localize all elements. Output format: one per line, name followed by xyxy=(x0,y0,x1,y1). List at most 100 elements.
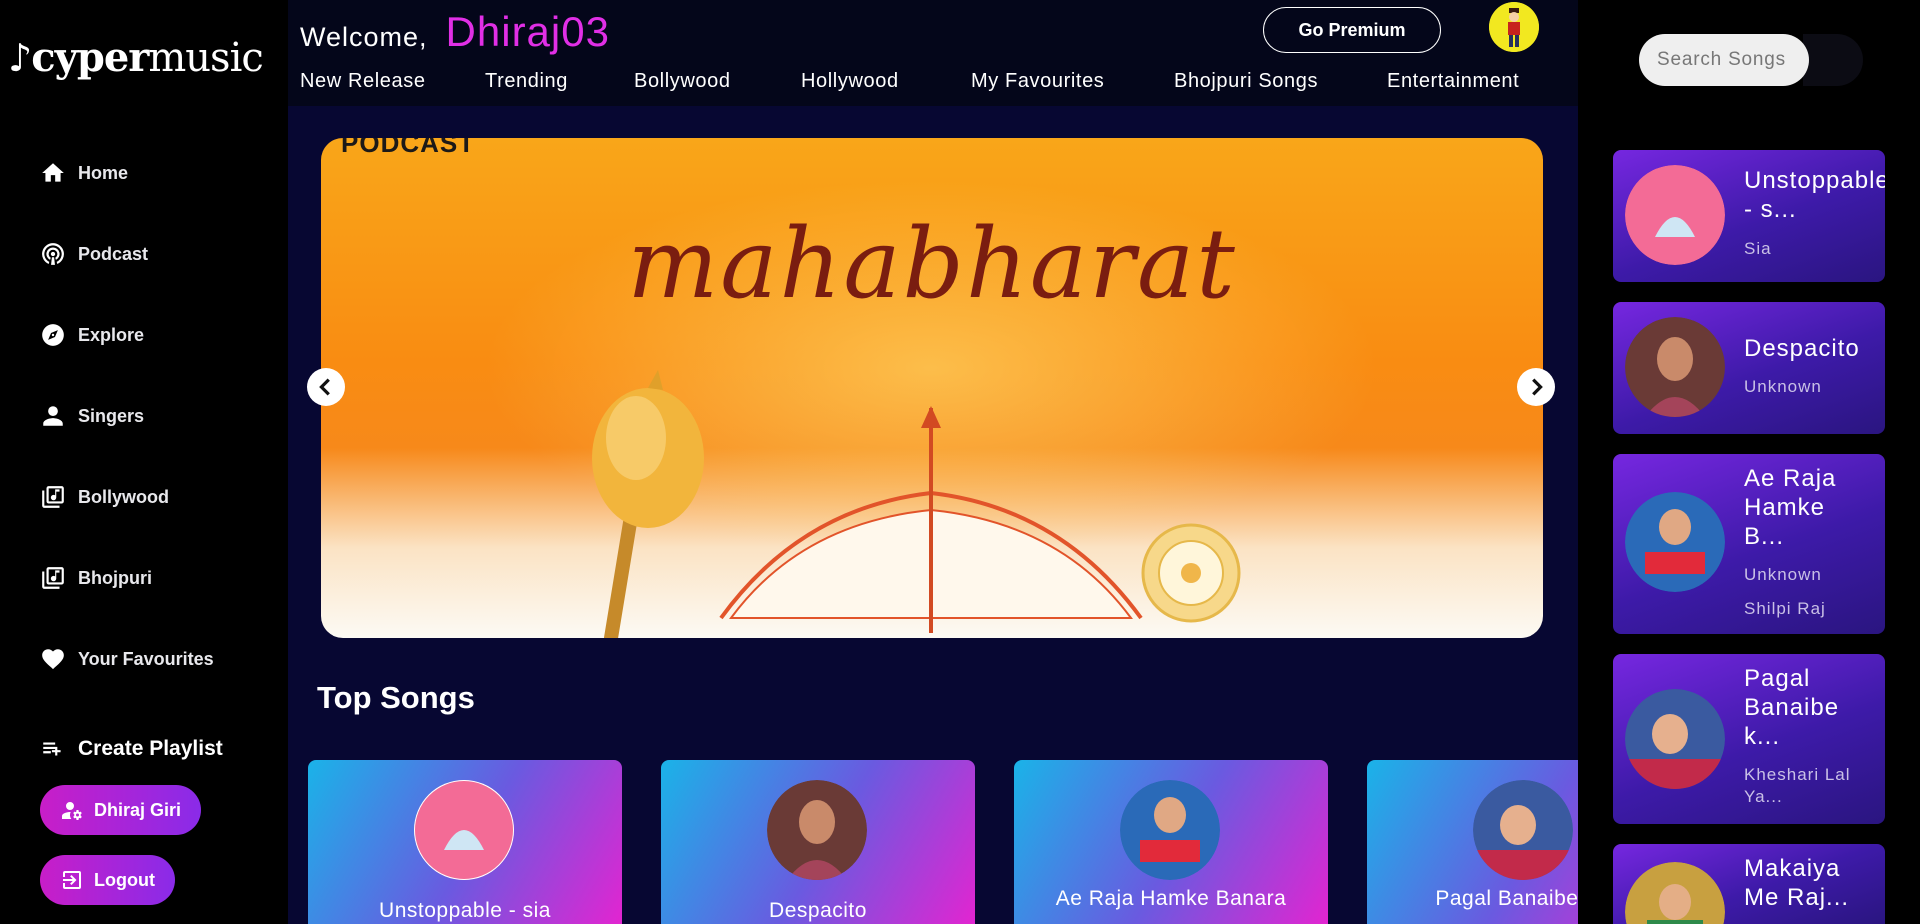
logo-text-bold: cyper xyxy=(31,34,149,81)
song-artist: Unknown xyxy=(1744,565,1822,584)
recent-song-card[interactable]: Ae Raja Hamke B... Unknown Shilpi Raj xyxy=(1613,454,1885,634)
song-cover xyxy=(1625,862,1725,924)
avatar-figure-icon xyxy=(1489,2,1539,52)
sidebar-item-label: Bollywood xyxy=(78,486,169,507)
banner-tag: PODCAST xyxy=(341,138,476,158)
sidebar-item-label: Home xyxy=(78,162,129,183)
profile-button-label: Dhiraj Giri xyxy=(94,799,182,820)
sidebar-item-label: Explore xyxy=(78,324,145,345)
top-songs-heading: Top Songs xyxy=(317,680,475,715)
song-name: Unstoppable - sia xyxy=(379,899,551,922)
song-cover xyxy=(414,780,514,880)
logout-button-label: Logout xyxy=(94,869,155,890)
song-title: Makaiya Me Raj... xyxy=(1744,854,1849,912)
sidebar-item-singers[interactable]: Singers xyxy=(40,403,144,429)
logout-button[interactable]: Logout xyxy=(40,855,175,905)
compass-icon xyxy=(42,324,64,346)
mace-icon xyxy=(592,370,704,638)
song-name: Pagal Banaibe Re xyxy=(1435,887,1578,910)
nav-my-favourites[interactable]: My Favourites xyxy=(971,70,1174,93)
person-icon xyxy=(43,406,63,426)
song-cover xyxy=(1120,780,1220,880)
song-title-line: k... xyxy=(1744,723,1781,750)
profile-button[interactable]: Dhiraj Giri xyxy=(40,785,202,835)
nav-hollywood[interactable]: Hollywood xyxy=(801,70,971,93)
sidebar-item-bollywood[interactable]: Bollywood xyxy=(40,484,169,510)
chakra-icon xyxy=(1141,523,1241,623)
nav-entertainment[interactable]: Entertainment xyxy=(1387,70,1519,93)
username: Dhiraj03 xyxy=(445,8,610,55)
sidebar-item-home[interactable]: Home xyxy=(40,160,128,186)
avatar[interactable] xyxy=(1489,2,1539,52)
home-icon xyxy=(42,163,64,182)
create-playlist-label: Create Playlist xyxy=(78,737,223,760)
song-card[interactable]: Unstoppable - sia xyxy=(308,760,622,924)
logo-text-light: music xyxy=(148,34,263,81)
song-artist: Kheshari Lal xyxy=(1744,765,1851,784)
welcome-message: Welcome, Dhiraj03 xyxy=(300,8,610,56)
chevron-right-icon xyxy=(1532,378,1543,396)
heart-icon xyxy=(42,649,64,670)
user-settings-icon xyxy=(62,802,82,820)
podcast-banner[interactable]: PODCAST mahabharat xyxy=(321,138,1543,638)
recent-song-card[interactable]: Pagal Banaibe k... Kheshari Lal Ya... xyxy=(1613,654,1885,824)
chevron-left-icon xyxy=(319,378,330,396)
welcome-label: Welcome, xyxy=(300,22,428,52)
song-card[interactable]: Despacito xyxy=(661,760,975,924)
song-title-line: - s... xyxy=(1744,196,1797,223)
search-bar-extension xyxy=(1803,34,1863,86)
nav-bhojpuri-songs[interactable]: Bhojpuri Songs xyxy=(1174,70,1387,93)
song-title-line: Hamke xyxy=(1744,494,1826,521)
carousel-next-button[interactable] xyxy=(1517,368,1555,406)
music-library-icon xyxy=(42,567,64,589)
recent-song-card[interactable]: Unstoppable - s... Sia xyxy=(1613,150,1885,282)
song-title: Despacito xyxy=(1744,334,1860,363)
song-title: Ae Raja Hamke B... xyxy=(1744,464,1836,551)
song-artist: Ya... xyxy=(1744,787,1783,806)
nav-new-release[interactable]: New Release xyxy=(300,70,485,93)
song-cover xyxy=(767,780,867,880)
song-cover xyxy=(1625,492,1725,592)
song-card[interactable]: Ae Raja Hamke Banara xyxy=(1014,760,1328,924)
go-premium-button[interactable]: Go Premium xyxy=(1263,7,1441,53)
song-name: Despacito xyxy=(769,899,867,922)
music-note-icon: ♪ xyxy=(8,35,32,80)
music-library-icon xyxy=(42,486,64,508)
main-content: PODCAST mahabharat Top Songs Unstoppable… xyxy=(288,106,1578,924)
logout-icon xyxy=(63,871,81,889)
song-title-line: Pagal xyxy=(1744,665,1811,692)
right-panel: Unstoppable - s... Sia Despacito Unknown… xyxy=(1578,0,1920,924)
sidebar-item-podcast[interactable]: Podcast xyxy=(40,241,148,267)
sidebar-item-explore[interactable]: Explore xyxy=(40,322,144,348)
sidebar-item-favourites[interactable]: Your Favourites xyxy=(40,646,214,672)
song-title-line: Banaibe xyxy=(1744,694,1840,721)
sidebar-item-label: Singers xyxy=(78,405,145,426)
song-artist: Sia xyxy=(1744,239,1772,258)
song-name: Ae Raja Hamke Banara xyxy=(1055,887,1287,910)
search-input[interactable] xyxy=(1639,34,1809,86)
podcast-icon xyxy=(42,243,64,265)
app-logo[interactable]: ♪ cyper music xyxy=(8,34,264,81)
top-header: Welcome, Dhiraj03 Go Premium New Release… xyxy=(288,0,1578,106)
category-nav: New Release Trending Bollywood Hollywood… xyxy=(300,70,1519,93)
sidebar-item-label: Podcast xyxy=(78,243,149,264)
create-playlist-button[interactable]: Create Playlist xyxy=(40,736,223,762)
carousel-prev-button[interactable] xyxy=(307,368,345,406)
song-cover xyxy=(1625,689,1725,789)
song-title: Pagal Banaibe k... xyxy=(1744,664,1839,751)
nav-trending[interactable]: Trending xyxy=(485,70,634,93)
song-title-line: B... xyxy=(1744,523,1785,550)
sidebar-item-label: Bhojpuri xyxy=(78,567,152,588)
sidebar-item-label: Your Favourites xyxy=(78,648,214,669)
sidebar: ♪ cyper music Home Podcast Explore Singe… xyxy=(0,0,288,924)
recent-song-card[interactable]: Despacito Unknown xyxy=(1613,302,1885,434)
song-cover xyxy=(1625,317,1725,417)
nav-bollywood[interactable]: Bollywood xyxy=(634,70,801,93)
bow-icon xyxy=(719,406,1143,633)
recent-song-card[interactable]: Makaiya Me Raj... xyxy=(1613,844,1885,924)
song-card[interactable]: Pagal Banaibe Re xyxy=(1367,760,1578,924)
song-cover xyxy=(1473,780,1573,880)
song-title: Unstoppable - s... xyxy=(1744,166,1885,224)
song-artist: Unknown xyxy=(1744,377,1822,396)
sidebar-item-bhojpuri[interactable]: Bhojpuri xyxy=(40,565,152,591)
